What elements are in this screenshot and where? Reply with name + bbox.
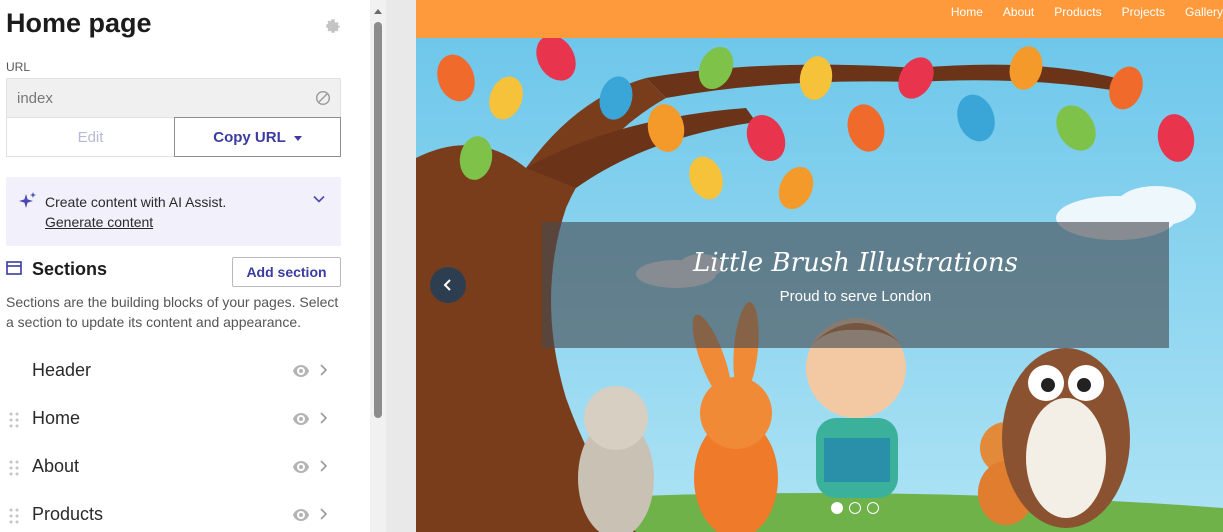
eye-icon[interactable]: [292, 508, 310, 522]
caret-down-icon: [293, 135, 302, 141]
chevron-right-icon[interactable]: [318, 459, 328, 473]
generate-content-link[interactable]: Generate content: [45, 214, 153, 230]
edit-url-button[interactable]: Edit: [6, 118, 175, 157]
add-section-button[interactable]: Add section: [232, 257, 341, 287]
nav-link-projects[interactable]: Projects: [1122, 5, 1165, 19]
chevron-right-icon[interactable]: [318, 411, 328, 425]
drag-handle-icon[interactable]: [9, 460, 19, 476]
copy-url-label: Copy URL: [213, 128, 286, 146]
slider-dot[interactable]: [831, 502, 843, 514]
nav-link-about[interactable]: About: [1003, 5, 1034, 19]
copy-url-button[interactable]: Copy URL: [174, 117, 341, 157]
section-row-about[interactable]: About: [0, 444, 345, 490]
nav-link-home[interactable]: Home: [951, 5, 983, 19]
section-row-header[interactable]: Header: [0, 348, 345, 394]
chevron-right-icon[interactable]: [318, 507, 328, 521]
section-name: About: [32, 456, 80, 476]
section-name: Header: [32, 360, 92, 380]
slider-dot[interactable]: [849, 502, 861, 514]
eye-icon[interactable]: [292, 412, 310, 426]
scrollbar-thumb[interactable]: [374, 22, 382, 418]
eye-icon[interactable]: [292, 460, 310, 474]
sections-heading: Sections: [32, 259, 108, 279]
section-name: Home: [32, 408, 81, 428]
blocked-icon: [315, 90, 331, 106]
url-label: URL: [6, 60, 31, 74]
section-name: Products: [32, 504, 104, 524]
site-preview: Home About Products Projects Gallery Lit…: [386, 0, 1223, 532]
drag-handle-icon[interactable]: [9, 508, 19, 524]
ai-assist-text: Create content with AI Assist.: [45, 194, 227, 210]
ai-assist-panel: Create content with AI Assist. Generate …: [6, 177, 341, 246]
chevron-down-icon[interactable]: [313, 193, 325, 205]
gear-icon[interactable]: [324, 17, 342, 35]
editor-panel: Home page URL index Edit Copy URL Create…: [0, 0, 372, 532]
sections-description: Sections are the building blocks of your…: [6, 294, 339, 330]
section-row-products[interactable]: Products: [0, 492, 345, 532]
hero-caption: Little Brush Illustrations Proud to serv…: [542, 222, 1169, 348]
slider-dot[interactable]: [867, 502, 879, 514]
site-navbar: Home About Products Projects Gallery: [416, 0, 1223, 38]
hero-title: Little Brush Illustrations: [693, 248, 1018, 278]
nav-link-gallery[interactable]: Gallery: [1185, 5, 1223, 19]
hero-slider: Little Brush Illustrations Proud to serv…: [416, 38, 1223, 532]
chevron-right-icon[interactable]: [318, 363, 328, 377]
chevron-left-icon: [443, 279, 451, 291]
url-value: index: [17, 89, 53, 107]
sparkle-icon: [19, 192, 36, 208]
hero-subtitle: Proud to serve London: [779, 288, 932, 305]
drag-handle-icon[interactable]: [9, 412, 19, 428]
slider-prev-button[interactable]: [430, 267, 466, 303]
eye-icon[interactable]: [292, 364, 310, 378]
site-nav-links: Home About Products Projects Gallery: [951, 0, 1223, 24]
section-row-home[interactable]: Home: [0, 396, 345, 442]
slider-dots: [831, 502, 879, 514]
url-field[interactable]: index: [6, 78, 341, 118]
nav-link-products[interactable]: Products: [1054, 5, 1101, 19]
sections-icon: [6, 261, 22, 275]
website-frame: Home About Products Projects Gallery Lit…: [416, 0, 1223, 532]
panel-scrollbar[interactable]: [370, 0, 386, 532]
scroll-up-icon[interactable]: [370, 6, 386, 16]
page-title: Home page: [6, 8, 152, 38]
